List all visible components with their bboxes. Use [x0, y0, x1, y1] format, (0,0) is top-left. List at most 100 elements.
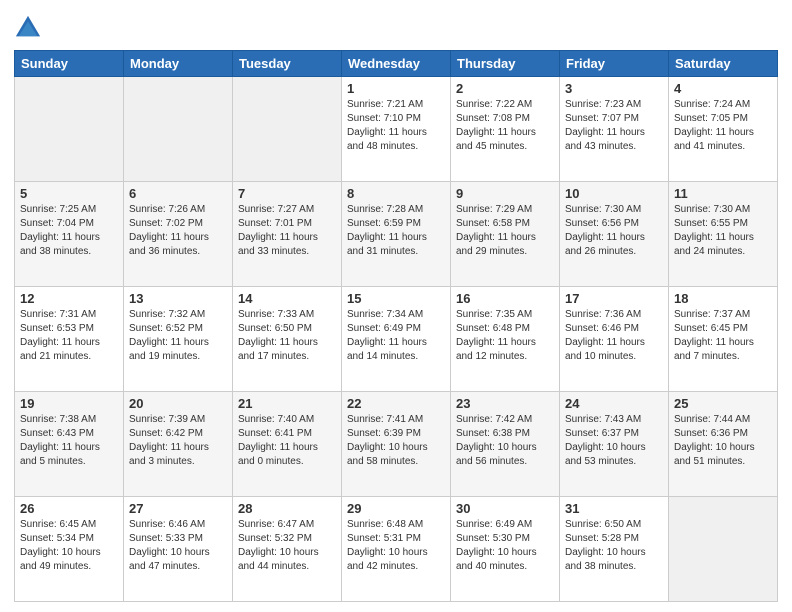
day-number: 8: [347, 186, 445, 201]
calendar-cell: 18 Sunrise: 7:37 AM Sunset: 6:45 PM Dayli…: [669, 287, 778, 392]
logo-icon: [14, 14, 42, 42]
calendar-header-wednesday: Wednesday: [342, 51, 451, 77]
day-number: 9: [456, 186, 554, 201]
calendar-cell: 13 Sunrise: 7:32 AM Sunset: 6:52 PM Dayli…: [124, 287, 233, 392]
day-number: 26: [20, 501, 118, 516]
day-number: 28: [238, 501, 336, 516]
calendar-cell: 2Sunrise: 7:22 AM Sunset: 7:08 PM Daylig…: [451, 77, 560, 182]
calendar-cell: 12 Sunrise: 7:31 AM Sunset: 6:53 PM Dayli…: [15, 287, 124, 392]
day-number: 20: [129, 396, 227, 411]
day-number: 18: [674, 291, 772, 306]
calendar-cell: 4 Sunrise: 7:24 AM Sunset: 7:05 PM Daylig…: [669, 77, 778, 182]
calendar-header-row: SundayMondayTuesdayWednesdayThursdayFrid…: [15, 51, 778, 77]
day-info: Sunrise: 7:35 AM Sunset: 6:48 PM Dayligh…: [456, 308, 554, 364]
day-info: Sunrise: 7:24 AM Sunset: 7:05 PM Dayligh…: [674, 98, 772, 154]
day-number: 1: [347, 81, 445, 96]
day-info: Sunrise: 7:26 AM Sunset: 7:02 PM Dayligh…: [129, 203, 227, 259]
day-info: Sunrise: 7:31 AM Sunset: 6:53 PM Dayligh…: [20, 308, 118, 364]
calendar-cell: 8 Sunrise: 7:28 AM Sunset: 6:59 PM Daylig…: [342, 182, 451, 287]
calendar-cell: 26 Sunrise: 6:45 AM Sunset: 5:34 PM Dayli…: [15, 497, 124, 602]
calendar-week-row: 19Sunrise: 7:38 AM Sunset: 6:43 PM Dayli…: [15, 392, 778, 497]
calendar-cell: 21 Sunrise: 7:40 AM Sunset: 6:41 PM Dayli…: [233, 392, 342, 497]
calendar-cell: 1 Sunrise: 7:21 AM Sunset: 7:10 PM Daylig…: [342, 77, 451, 182]
calendar-cell: 7 Sunrise: 7:27 AM Sunset: 7:01 PM Daylig…: [233, 182, 342, 287]
day-info: Sunrise: 6:47 AM Sunset: 5:32 PM Dayligh…: [238, 518, 336, 574]
day-number: 17: [565, 291, 663, 306]
day-info: Sunrise: 7:44 AM Sunset: 6:36 PM Dayligh…: [674, 413, 772, 469]
day-info: Sunrise: 7:30 AM Sunset: 6:56 PM Dayligh…: [565, 203, 663, 259]
page-header: [14, 10, 778, 42]
day-number: 13: [129, 291, 227, 306]
calendar-cell: [233, 77, 342, 182]
logo: [14, 14, 44, 42]
day-number: 16: [456, 291, 554, 306]
day-info: Sunrise: 6:45 AM Sunset: 5:34 PM Dayligh…: [20, 518, 118, 574]
day-number: 27: [129, 501, 227, 516]
day-info: Sunrise: 7:33 AM Sunset: 6:50 PM Dayligh…: [238, 308, 336, 364]
calendar-cell: 23 Sunrise: 7:42 AM Sunset: 6:38 PM Dayli…: [451, 392, 560, 497]
calendar-cell: 22Sunrise: 7:41 AM Sunset: 6:39 PM Dayli…: [342, 392, 451, 497]
calendar-cell: 25 Sunrise: 7:44 AM Sunset: 6:36 PM Dayli…: [669, 392, 778, 497]
day-info: Sunrise: 7:30 AM Sunset: 6:55 PM Dayligh…: [674, 203, 772, 259]
day-info: Sunrise: 7:42 AM Sunset: 6:38 PM Dayligh…: [456, 413, 554, 469]
calendar-cell: 5 Sunrise: 7:25 AM Sunset: 7:04 PM Daylig…: [15, 182, 124, 287]
day-number: 10: [565, 186, 663, 201]
calendar-cell: 24Sunrise: 7:43 AM Sunset: 6:37 PM Dayli…: [560, 392, 669, 497]
day-info: Sunrise: 7:40 AM Sunset: 6:41 PM Dayligh…: [238, 413, 336, 469]
calendar-week-row: 5 Sunrise: 7:25 AM Sunset: 7:04 PM Daylig…: [15, 182, 778, 287]
day-info: Sunrise: 7:37 AM Sunset: 6:45 PM Dayligh…: [674, 308, 772, 364]
day-number: 4: [674, 81, 772, 96]
calendar-cell: 15Sunrise: 7:34 AM Sunset: 6:49 PM Dayli…: [342, 287, 451, 392]
calendar-cell: 20 Sunrise: 7:39 AM Sunset: 6:42 PM Dayli…: [124, 392, 233, 497]
calendar-cell: [124, 77, 233, 182]
day-info: Sunrise: 7:21 AM Sunset: 7:10 PM Dayligh…: [347, 98, 445, 154]
day-info: Sunrise: 6:46 AM Sunset: 5:33 PM Dayligh…: [129, 518, 227, 574]
day-number: 11: [674, 186, 772, 201]
calendar-week-row: 26 Sunrise: 6:45 AM Sunset: 5:34 PM Dayli…: [15, 497, 778, 602]
calendar-cell: 29 Sunrise: 6:48 AM Sunset: 5:31 PM Dayli…: [342, 497, 451, 602]
calendar-header-saturday: Saturday: [669, 51, 778, 77]
day-info: Sunrise: 7:28 AM Sunset: 6:59 PM Dayligh…: [347, 203, 445, 259]
day-info: Sunrise: 7:39 AM Sunset: 6:42 PM Dayligh…: [129, 413, 227, 469]
day-number: 6: [129, 186, 227, 201]
day-info: Sunrise: 7:27 AM Sunset: 7:01 PM Dayligh…: [238, 203, 336, 259]
calendar-cell: 3Sunrise: 7:23 AM Sunset: 7:07 PM Daylig…: [560, 77, 669, 182]
day-number: 22: [347, 396, 445, 411]
day-number: 31: [565, 501, 663, 516]
calendar-header-thursday: Thursday: [451, 51, 560, 77]
calendar-cell: 11 Sunrise: 7:30 AM Sunset: 6:55 PM Dayli…: [669, 182, 778, 287]
calendar-cell: 17 Sunrise: 7:36 AM Sunset: 6:46 PM Dayli…: [560, 287, 669, 392]
day-info: Sunrise: 7:29 AM Sunset: 6:58 PM Dayligh…: [456, 203, 554, 259]
day-info: Sunrise: 7:32 AM Sunset: 6:52 PM Dayligh…: [129, 308, 227, 364]
day-number: 2: [456, 81, 554, 96]
day-info: Sunrise: 7:34 AM Sunset: 6:49 PM Dayligh…: [347, 308, 445, 364]
day-number: 25: [674, 396, 772, 411]
calendar-cell: 31 Sunrise: 6:50 AM Sunset: 5:28 PM Dayli…: [560, 497, 669, 602]
day-info: Sunrise: 7:43 AM Sunset: 6:37 PM Dayligh…: [565, 413, 663, 469]
calendar-table: SundayMondayTuesdayWednesdayThursdayFrid…: [14, 50, 778, 602]
day-info: Sunrise: 7:36 AM Sunset: 6:46 PM Dayligh…: [565, 308, 663, 364]
calendar-cell: 28 Sunrise: 6:47 AM Sunset: 5:32 PM Dayli…: [233, 497, 342, 602]
calendar-week-row: 1 Sunrise: 7:21 AM Sunset: 7:10 PM Daylig…: [15, 77, 778, 182]
day-number: 5: [20, 186, 118, 201]
day-info: Sunrise: 6:48 AM Sunset: 5:31 PM Dayligh…: [347, 518, 445, 574]
calendar-cell: 10 Sunrise: 7:30 AM Sunset: 6:56 PM Dayli…: [560, 182, 669, 287]
calendar-header-tuesday: Tuesday: [233, 51, 342, 77]
calendar-header-monday: Monday: [124, 51, 233, 77]
calendar-cell: 16 Sunrise: 7:35 AM Sunset: 6:48 PM Dayli…: [451, 287, 560, 392]
calendar-week-row: 12 Sunrise: 7:31 AM Sunset: 6:53 PM Dayli…: [15, 287, 778, 392]
day-number: 23: [456, 396, 554, 411]
day-number: 7: [238, 186, 336, 201]
page-container: SundayMondayTuesdayWednesdayThursdayFrid…: [0, 0, 792, 612]
day-info: Sunrise: 6:49 AM Sunset: 5:30 PM Dayligh…: [456, 518, 554, 574]
day-number: 19: [20, 396, 118, 411]
day-info: Sunrise: 7:25 AM Sunset: 7:04 PM Dayligh…: [20, 203, 118, 259]
day-info: Sunrise: 6:50 AM Sunset: 5:28 PM Dayligh…: [565, 518, 663, 574]
day-number: 21: [238, 396, 336, 411]
calendar-header-sunday: Sunday: [15, 51, 124, 77]
day-number: 29: [347, 501, 445, 516]
calendar-cell: [669, 497, 778, 602]
day-number: 12: [20, 291, 118, 306]
day-number: 3: [565, 81, 663, 96]
calendar-cell: 9 Sunrise: 7:29 AM Sunset: 6:58 PM Daylig…: [451, 182, 560, 287]
